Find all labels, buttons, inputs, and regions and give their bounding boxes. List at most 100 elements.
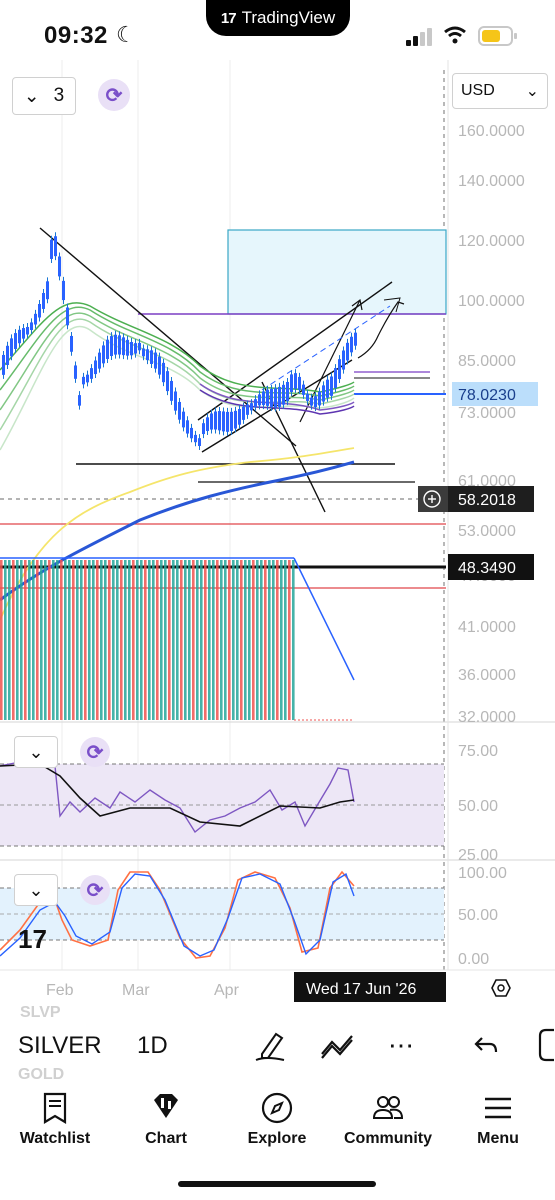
candle-body <box>158 356 161 375</box>
indicators-icon[interactable] <box>320 1032 356 1060</box>
tradingview-logo-icon: 17 <box>220 9 237 27</box>
candle-body <box>66 307 69 326</box>
candle-body <box>330 376 333 396</box>
pen-icon[interactable] <box>254 1030 288 1062</box>
candle-body <box>82 376 85 385</box>
menu-icon <box>485 1097 511 1119</box>
candle-body <box>58 256 61 277</box>
chart-icon <box>154 1094 178 1118</box>
volume-bar <box>4 560 7 720</box>
more-icon[interactable]: ⋯ <box>388 1030 415 1061</box>
rsi-tick: 25.00 <box>458 847 498 864</box>
volume-bar <box>272 560 275 720</box>
volume-bar <box>188 560 191 720</box>
price-chart[interactable]: 160.0000 140.0000 120.0000 100.0000 85.0000 7… <box>0 60 555 1010</box>
chevron-down-icon: ⌄ <box>23 85 40 107</box>
price-tick: 32.0000 <box>458 709 516 726</box>
stoch-tick: 0.00 <box>458 951 489 968</box>
timeframe-button[interactable]: 1D <box>137 1032 168 1060</box>
price-tick: 73.0000 <box>458 405 516 422</box>
candle-body <box>162 362 165 383</box>
price-tick: 36.0000 <box>458 667 516 684</box>
volume-bar <box>164 560 167 720</box>
volume-bar <box>96 560 99 720</box>
candle-body <box>166 371 169 392</box>
redo-icon[interactable] <box>536 1028 555 1062</box>
candle-body <box>194 434 197 443</box>
volume-bar <box>76 560 79 720</box>
candle-body <box>190 427 193 439</box>
stoch-collapse-button[interactable]: ⌄ <box>14 874 58 906</box>
chevron-down-icon: ⌄ <box>28 741 44 762</box>
candle-body <box>350 336 353 353</box>
nav-watchlist[interactable]: Watchlist <box>5 1092 105 1148</box>
symbol-name[interactable]: SILVER <box>18 1032 102 1060</box>
volume-bar <box>248 560 251 720</box>
volume-bar <box>40 560 43 720</box>
candle-body <box>334 368 337 389</box>
stoch-sync-icon[interactable]: ⟳ <box>80 875 110 905</box>
interval-selector[interactable]: ⌄ 3 <box>12 77 76 115</box>
nav-label-explore: Explore <box>247 1130 307 1147</box>
nav-label-community: Community <box>344 1130 432 1147</box>
crosshair-price-label[interactable]: 58.2018 <box>418 486 534 512</box>
volume-bar <box>180 560 183 720</box>
watchlist-icon <box>43 1092 67 1124</box>
next-symbol[interactable]: GOLD <box>18 1066 64 1084</box>
price-tick: 120.0000 <box>458 233 525 250</box>
currency-label: USD <box>461 82 495 99</box>
price-tick: 85.0000 <box>458 353 516 370</box>
volume-bar <box>152 560 155 720</box>
price-tick: 140.0000 <box>458 173 525 190</box>
prev-symbol[interactable]: SLVP <box>20 1004 61 1022</box>
settings-hexagon-icon[interactable] <box>491 979 511 997</box>
volume-bar <box>144 560 147 720</box>
volume-bar <box>196 560 199 720</box>
currency-selector[interactable]: USD ⌄ <box>452 73 548 109</box>
volume-bar <box>280 560 283 720</box>
chevron-down-icon: ⌄ <box>525 83 539 100</box>
candle-body <box>274 388 277 408</box>
candle-body <box>38 303 41 318</box>
candle-body <box>310 397 313 406</box>
candle-body <box>74 365 77 379</box>
nav-community[interactable]: Community <box>338 1092 438 1148</box>
sync-icon[interactable]: ⟳ <box>98 79 130 111</box>
volume-bar <box>32 560 35 720</box>
volume-bar <box>284 560 287 720</box>
volume-bar <box>24 560 27 720</box>
candle-body <box>226 411 229 432</box>
stoch-tick: 100.00 <box>458 865 507 882</box>
candle-body <box>118 335 121 355</box>
candle-body <box>202 423 205 435</box>
volume-bar <box>128 560 131 720</box>
volume-bar <box>92 560 95 720</box>
candle-body <box>282 384 285 405</box>
rsi-sync-icon[interactable]: ⟳ <box>80 737 110 767</box>
candle-body <box>154 352 157 369</box>
rsi-tick: 50.00 <box>458 798 498 815</box>
volume-bar <box>192 560 195 720</box>
nav-label-watchlist: Watchlist <box>19 1130 91 1147</box>
nav-chart[interactable]: Chart <box>116 1092 216 1148</box>
tradingview-watermark: 17 <box>18 924 47 954</box>
zone-rectangle[interactable] <box>227 229 447 315</box>
rsi-collapse-button[interactable]: ⌄ <box>14 736 58 768</box>
candle-body <box>298 376 301 391</box>
candle-body <box>338 359 341 380</box>
volume-bar <box>104 560 107 720</box>
nav-explore[interactable]: Explore <box>227 1092 327 1148</box>
candle-body <box>178 401 181 420</box>
candle-body <box>34 313 37 325</box>
candle-body <box>30 322 33 331</box>
undo-icon[interactable] <box>474 1034 498 1056</box>
current-price-label: 78.0230 <box>452 382 538 406</box>
candle-body <box>98 352 101 369</box>
volume-bar <box>84 560 87 720</box>
volume-bar <box>252 560 255 720</box>
candle-body <box>142 348 145 357</box>
candle-body <box>122 337 125 356</box>
volume-bar <box>16 560 19 720</box>
nav-menu[interactable]: Menu <box>448 1092 548 1148</box>
candle-body <box>86 374 89 383</box>
